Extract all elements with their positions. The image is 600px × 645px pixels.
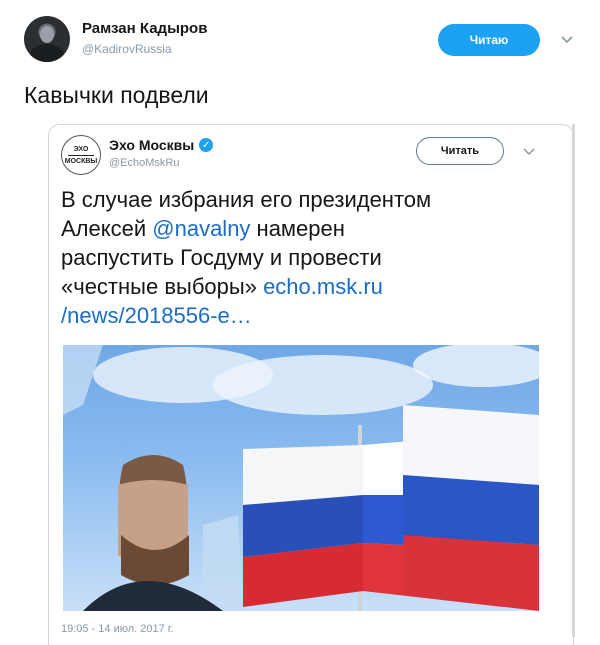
author-name[interactable]: Рамзан Кадыров [82,20,207,37]
avatar-shoulders [30,44,64,62]
text-line-4a: «честные выборы» [61,274,264,299]
logo-top-text: ЭХО [73,145,89,153]
logo-divider [68,154,94,156]
avatar[interactable] [24,16,70,62]
echo-logo[interactable]: ЭХО МОСКВЫ [61,135,101,175]
photo-illustration [63,345,539,611]
quoted-timestamp[interactable]: 19:05 - 14 июл. 2017 г. [61,623,174,635]
text-line-2b: намерен [250,216,345,241]
author-handle[interactable]: @KadirovRussia [82,42,172,56]
scrollbar[interactable] [572,124,575,637]
avatar-face [40,26,54,43]
url-link-continued[interactable]: /news/2018556-e… [61,301,561,330]
read-button[interactable]: Читать [416,137,504,165]
tweet-photo[interactable] [63,345,539,611]
text-line-1: В случае избрания его президентом [61,187,432,212]
chevron-down-icon[interactable] [521,143,537,159]
logo-bottom-text: МОСКВЫ [64,157,98,165]
outer-tweet-header: Рамзан Кадыров @KadirovRussia Читаю [24,16,584,68]
mention-link[interactable]: @navalny [152,216,250,241]
quoted-author-name[interactable]: Эхо Москвы ✓ [109,137,214,153]
text-line-3: распустить Госдуму и провести [61,245,382,270]
text-line-2: Алексей @navalny намерен [61,214,561,243]
chevron-down-icon[interactable] [558,30,576,48]
quoted-tweet-text: В случае избрания его президентом Алексе… [61,185,561,330]
quoted-tweet[interactable]: ЭХО МОСКВЫ Эхо Москвы ✓ @EchoMskRu Читат… [48,124,574,645]
url-link[interactable]: echo.msk.ru [263,274,383,299]
quoted-author-handle[interactable]: @EchoMskRu [109,157,179,169]
text-line-2a: Алексей [61,216,153,241]
text-line-4: «честные выборы» echo.msk.ru [61,272,561,301]
quoted-author-label: Эхо Москвы [109,137,195,153]
tweet-text: Кавычки подвели [24,82,209,108]
follow-button[interactable]: Читаю [438,24,540,56]
verified-icon: ✓ [199,138,214,152]
